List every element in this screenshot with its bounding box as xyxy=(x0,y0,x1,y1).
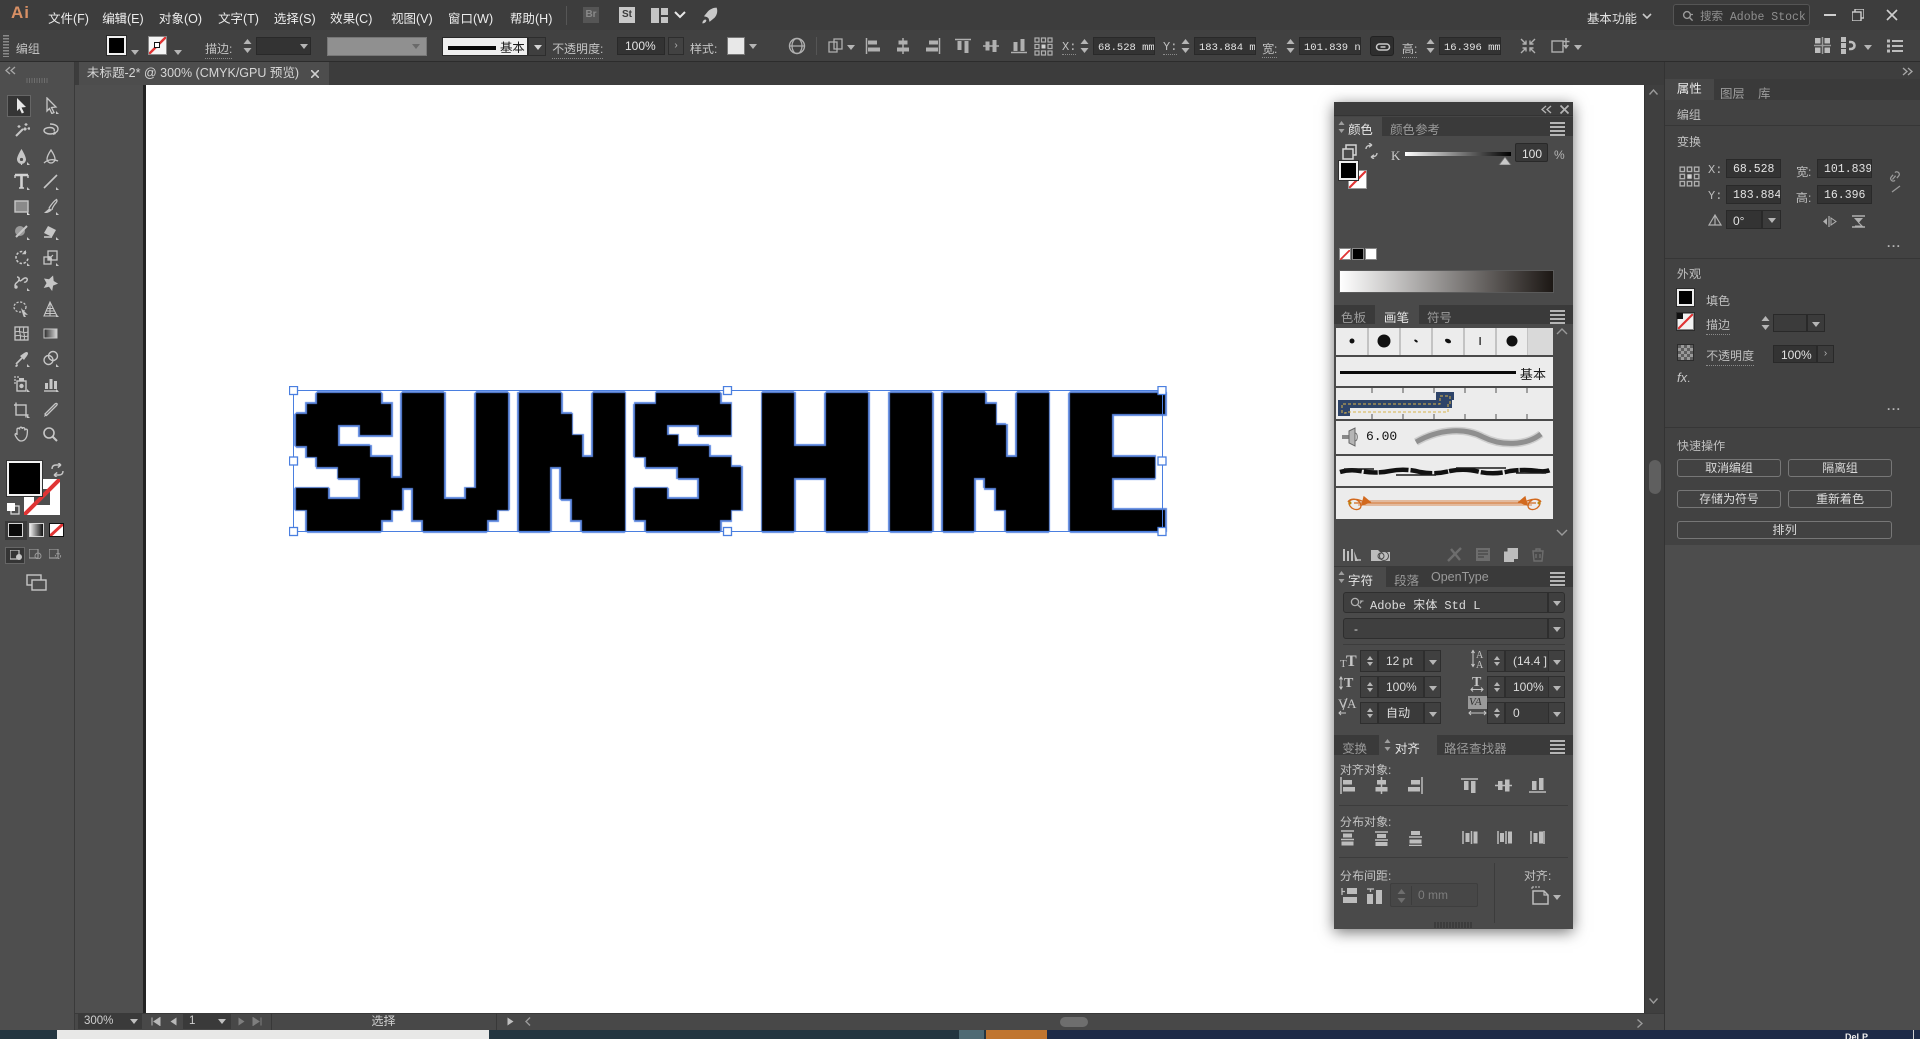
svg-text:A: A xyxy=(1476,660,1484,670)
svg-text:T: T xyxy=(1472,675,1482,690)
svg-text:T: T xyxy=(1344,676,1354,691)
